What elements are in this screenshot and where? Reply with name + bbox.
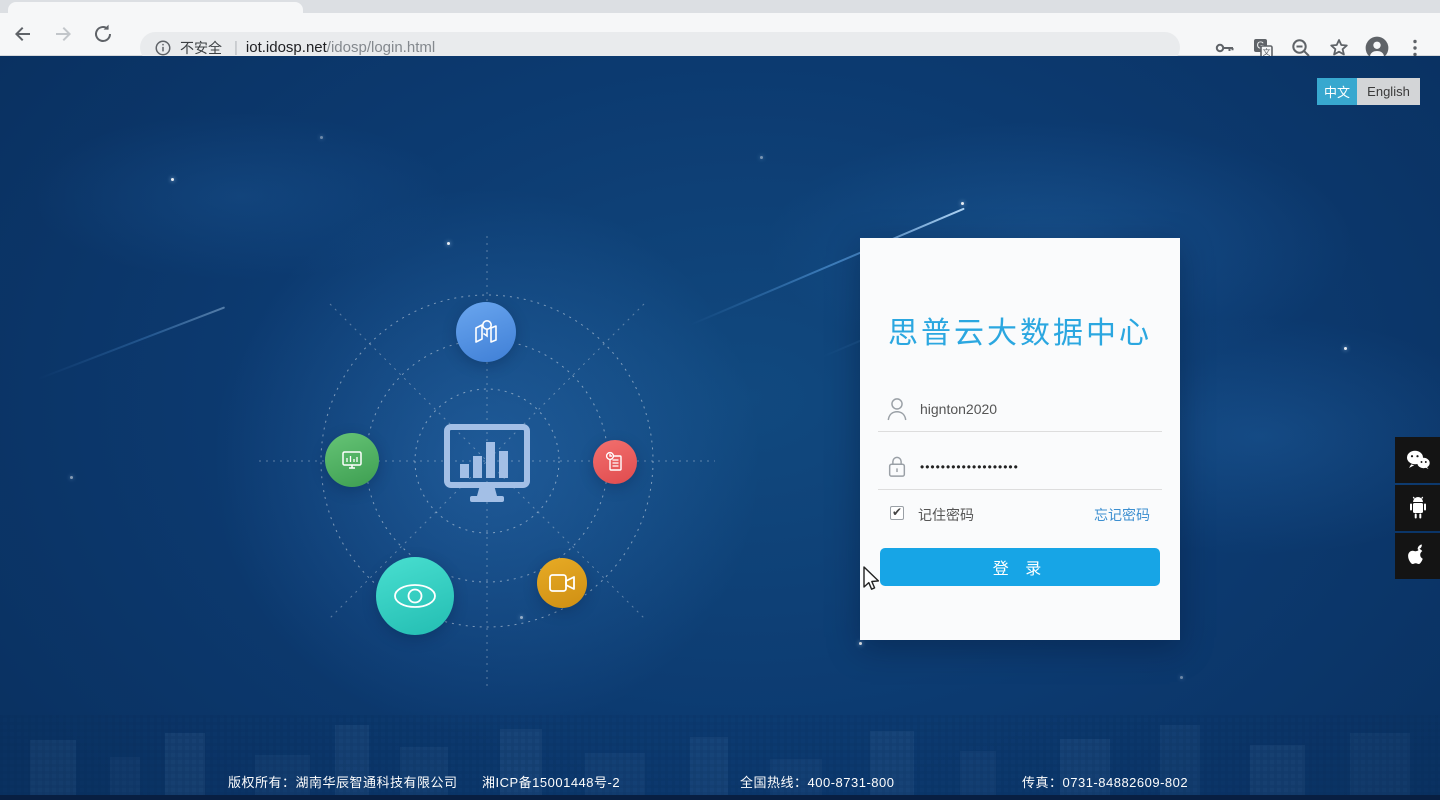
footer-icp: 湘ICP备15001448号-2 [482,775,621,790]
city-skyline-decoration [0,715,1440,795]
report-document-icon [593,440,637,484]
login-options-row: 记住密码 忘记密码 [890,504,1150,528]
eye-monitoring-icon [376,557,454,635]
url-host: iot.idosp.net [245,39,327,56]
wechat-button[interactable] [1395,437,1440,483]
back-button[interactable] [6,17,40,51]
apple-button[interactable] [1395,533,1440,579]
remember-label: 记住密码 [918,507,974,523]
svg-text:文: 文 [1263,47,1271,57]
forward-button[interactable] [46,17,80,51]
browser-toolbar: 不安全 | iot.idosp.net/idosp/login.html G 文 [0,13,1440,63]
lock-icon [888,456,906,477]
browser-chrome: 不安全 | iot.idosp.net/idosp/login.html G 文 [0,0,1440,63]
username-input[interactable] [920,394,1150,424]
password-input[interactable] [920,452,1150,482]
dashboard-monitor-icon [444,424,530,507]
forgot-password-link[interactable]: 忘记密码 [1094,505,1150,525]
reload-icon [95,24,111,42]
security-label: 不安全 [180,39,222,56]
social-rail [1395,437,1440,581]
reload-button[interactable] [86,17,120,51]
info-icon [155,40,171,55]
forward-arrow-icon [56,27,71,41]
map-location-icon [456,302,516,362]
url-separator: | [234,39,238,56]
login-button[interactable]: 登 录 [880,548,1160,586]
url-path: /idosp/login.html [326,39,436,56]
video-camera-icon [537,558,587,608]
light-streak [37,306,226,380]
footer-fax: 传真：0731-84882609-802 [1022,775,1189,790]
language-toggle: 中文 English [1317,78,1420,105]
android-button[interactable] [1395,485,1440,531]
login-page: 中文 English 思普云大数据中心 记住密码 忘记密码 登 录 [0,56,1440,800]
lang-english-button[interactable]: English [1357,78,1420,105]
footer-hotline: 全国热线：400-8731-800 [740,775,895,790]
tab-strip [0,0,1440,13]
login-card: 思普云大数据中心 记住密码 忘记密码 登 录 [860,238,1180,640]
android-icon [1409,496,1426,519]
footer-copyright: 版权所有：湖南华辰智通科技有限公司 [228,775,458,790]
apple-icon [1407,544,1423,564]
password-field-row [878,444,1162,490]
back-arrow-icon [15,27,30,41]
username-field-row [878,386,1162,432]
user-icon [887,398,907,421]
lang-chinese-button[interactable]: 中文 [1317,78,1357,105]
active-tab[interactable] [8,2,303,13]
page-title: 思普云大数据中心 [888,317,1152,350]
remember-checkbox[interactable] [890,505,904,520]
device-monitor-icon [325,433,379,487]
wechat-icon [1406,450,1430,469]
bottom-strip [0,795,1440,800]
